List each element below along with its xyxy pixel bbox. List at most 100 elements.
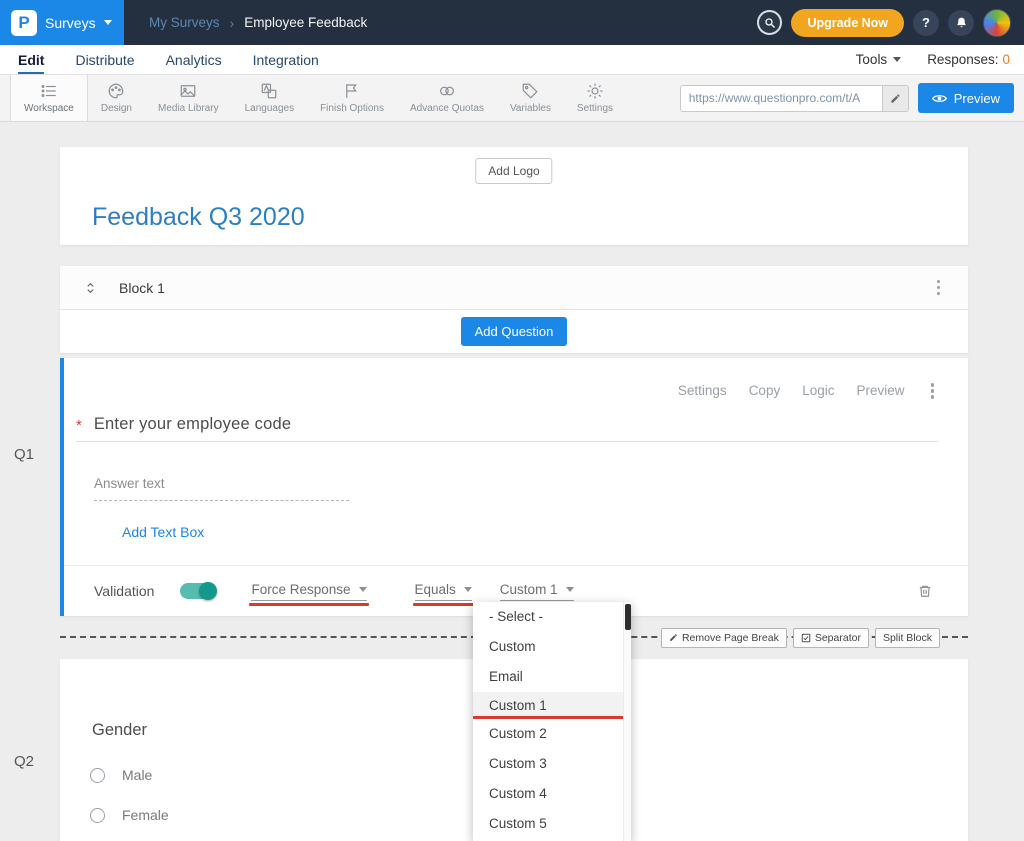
- editor-toolbar: Workspace Design Media Library Languages…: [0, 75, 1024, 122]
- add-question-row: Add Question: [60, 310, 968, 353]
- toolbar-item-design[interactable]: Design: [88, 75, 145, 121]
- tab-distribute[interactable]: Distribute: [75, 45, 134, 74]
- validation-toggle[interactable]: [180, 583, 216, 599]
- radio-option-female[interactable]: Female: [90, 807, 169, 823]
- main-nav-tabs: Edit Distribute Analytics Integration To…: [0, 45, 1024, 75]
- toolbar-item-languages[interactable]: Languages: [232, 75, 308, 121]
- question-number-q2: Q2: [14, 753, 34, 770]
- surveys-product-menu[interactable]: P Surveys: [0, 0, 124, 45]
- translate-icon: [260, 82, 278, 100]
- dropdown-option-custom-2[interactable]: Custom 2: [473, 719, 631, 749]
- toolbar-item-label: Languages: [245, 103, 295, 114]
- linked-rings-icon: [438, 82, 456, 100]
- split-block-label: Split Block: [883, 632, 932, 644]
- breadcrumb-current-survey: Employee Feedback: [244, 15, 367, 30]
- radio-label: Male: [122, 767, 152, 783]
- remove-page-break-button[interactable]: Remove Page Break: [661, 628, 787, 648]
- responses-counter[interactable]: Responses:0: [927, 52, 1010, 67]
- search-button[interactable]: [757, 10, 782, 35]
- toolbar-item-advance-quotas[interactable]: Advance Quotas: [397, 75, 497, 121]
- search-icon: [764, 17, 776, 29]
- dropdown-scrollbar[interactable]: [623, 602, 631, 841]
- question-text[interactable]: Gender: [92, 721, 147, 740]
- add-logo-button[interactable]: Add Logo: [475, 158, 552, 184]
- validation-value-select[interactable]: Custom 1: [500, 582, 574, 601]
- question-actions: Settings Copy Logic Preview: [678, 379, 938, 403]
- bell-icon: [955, 16, 968, 30]
- toggle-knob: [199, 582, 217, 600]
- notifications-button[interactable]: [948, 10, 974, 36]
- toolbar-item-workspace[interactable]: Workspace: [10, 75, 88, 121]
- product-label: Surveys: [45, 15, 96, 31]
- dropdown-option-custom-1[interactable]: Custom 1: [473, 692, 631, 719]
- dropdown-option-custom-5[interactable]: Custom 5: [473, 809, 631, 839]
- remove-page-break-label: Remove Page Break: [682, 632, 779, 644]
- required-asterisk: *: [76, 417, 82, 434]
- scrollbar-thumb[interactable]: [625, 604, 631, 630]
- checkbox-checked-icon: [801, 633, 811, 643]
- tab-analytics[interactable]: Analytics: [166, 45, 222, 74]
- workspace-icon: [40, 82, 58, 100]
- dropdown-option-select[interactable]: - Select -: [473, 602, 631, 632]
- upgrade-now-button[interactable]: Upgrade Now: [791, 9, 904, 37]
- question-text: Enter your employee code: [94, 415, 291, 434]
- question-menu-kebab-icon[interactable]: [927, 379, 939, 403]
- radio-icon: [90, 808, 105, 823]
- radio-label: Female: [122, 807, 169, 823]
- collapse-block-icon[interactable]: [84, 281, 97, 295]
- force-response-select[interactable]: Force Response: [251, 582, 366, 601]
- breadcrumb: My Surveys › Employee Feedback: [149, 15, 367, 31]
- question-text-editor[interactable]: * Enter your employee code: [76, 415, 938, 442]
- block-menu-kebab-icon[interactable]: [933, 276, 945, 300]
- toolbar-item-media-library[interactable]: Media Library: [145, 75, 232, 121]
- toolbar-item-label: Advance Quotas: [410, 103, 484, 114]
- dropdown-option-custom-4[interactable]: Custom 4: [473, 779, 631, 809]
- separator-button[interactable]: Separator: [793, 628, 869, 648]
- dropdown-option-custom-3[interactable]: Custom 3: [473, 749, 631, 779]
- tag-icon: [521, 82, 539, 100]
- radio-icon: [90, 768, 105, 783]
- toolbar-item-variables[interactable]: Variables: [497, 75, 564, 121]
- question-copy-link[interactable]: Copy: [749, 383, 781, 398]
- survey-title[interactable]: Feedback Q3 2020: [92, 203, 305, 232]
- dropdown-option-email[interactable]: Email: [473, 662, 631, 692]
- toolbar-item-settings[interactable]: Settings: [564, 75, 626, 121]
- survey-url-input[interactable]: [681, 86, 882, 111]
- chevron-down-icon: [464, 587, 472, 592]
- add-text-box-link[interactable]: Add Text Box: [122, 524, 204, 540]
- tools-menu[interactable]: Tools: [856, 52, 902, 67]
- breadcrumb-my-surveys[interactable]: My Surveys: [149, 15, 220, 30]
- help-button[interactable]: ?: [913, 10, 939, 36]
- chevron-down-icon: [359, 587, 367, 592]
- delete-question-button[interactable]: [918, 583, 932, 599]
- question-number-q1: Q1: [14, 446, 34, 463]
- split-block-button[interactable]: Split Block: [875, 628, 940, 648]
- edit-url-button[interactable]: [882, 86, 908, 111]
- block-header: Block 1: [60, 266, 968, 310]
- tab-integration[interactable]: Integration: [253, 45, 319, 74]
- block-title[interactable]: Block 1: [119, 280, 165, 296]
- toolbar-item-finish-options[interactable]: Finish Options: [307, 75, 397, 121]
- chevron-down-icon: [104, 20, 112, 25]
- image-icon: [179, 82, 197, 100]
- topbar: P Surveys My Surveys › Employee Feedback…: [0, 0, 1024, 45]
- toolbar-item-label: Variables: [510, 103, 551, 114]
- validation-operator-select[interactable]: Equals: [415, 582, 472, 601]
- validation-label: Validation: [94, 583, 154, 599]
- operator-value: Equals: [415, 582, 456, 597]
- question-settings-link[interactable]: Settings: [678, 383, 727, 398]
- question-preview-link[interactable]: Preview: [856, 383, 904, 398]
- chevron-down-icon: [566, 587, 574, 592]
- answer-text-field[interactable]: Answer text: [94, 476, 349, 501]
- nav-right: Tools Responses:0: [856, 45, 1024, 74]
- add-question-button[interactable]: Add Question: [461, 317, 568, 346]
- radio-option-male[interactable]: Male: [90, 767, 152, 783]
- preview-button[interactable]: Preview: [918, 83, 1014, 113]
- tools-label: Tools: [856, 52, 888, 67]
- tab-edit[interactable]: Edit: [18, 45, 44, 74]
- questionpro-logo: P: [11, 10, 37, 36]
- question-logic-link[interactable]: Logic: [802, 383, 834, 398]
- dropdown-option-custom[interactable]: Custom: [473, 632, 631, 662]
- responses-label: Responses:: [927, 52, 998, 67]
- avatar[interactable]: [983, 9, 1011, 37]
